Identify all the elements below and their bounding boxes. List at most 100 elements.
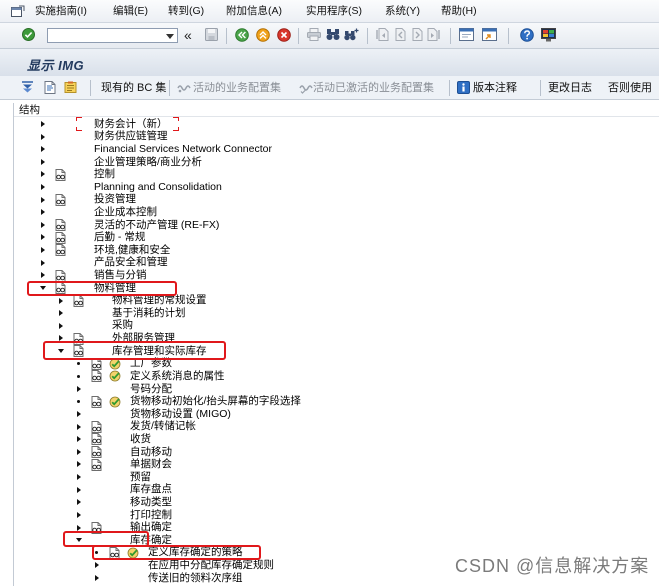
expand-arrow-icon[interactable] xyxy=(77,461,81,468)
leaf-bullet-icon xyxy=(77,374,80,378)
expand-arrow-icon[interactable] xyxy=(59,310,63,317)
documentation-icon[interactable] xyxy=(90,446,103,459)
tree-node[interactable]: 收货 xyxy=(0,433,659,446)
expand-arrow-icon[interactable] xyxy=(59,297,63,304)
documentation-icon[interactable] xyxy=(90,433,103,446)
expand-arrow-icon[interactable] xyxy=(41,209,45,216)
tree-node-label: 基于消耗的计划 xyxy=(112,306,186,319)
documentation-icon[interactable] xyxy=(90,420,103,433)
tree-node[interactable]: 移动类型 xyxy=(0,496,659,509)
expand-arrow-icon[interactable] xyxy=(41,272,45,279)
tree-node-label: 定义系统消息的属性 xyxy=(130,369,225,382)
execute-activity-icon[interactable] xyxy=(109,370,122,382)
tree-node-label: 货物移动设置 (MIGO) xyxy=(130,407,231,420)
execute-activity-icon[interactable] xyxy=(109,396,122,408)
tree-node-label: 自动移动 xyxy=(130,445,172,458)
tree-node[interactable]: 产品安全和管理 xyxy=(0,256,659,269)
tree-node[interactable]: 财务供应链管理 xyxy=(0,130,659,143)
tree-node-label: 收货 xyxy=(130,432,151,445)
leaf-bullet-icon xyxy=(77,399,80,403)
tree-node[interactable]: 定义系统消息的属性 xyxy=(0,370,659,383)
tree-node[interactable]: Planning and Consolidation xyxy=(0,181,659,194)
tree-node-label: 销售与分销 xyxy=(94,269,147,282)
watermark: CSDN @信息解决方案 xyxy=(455,556,650,576)
highlight-box-materials-management xyxy=(27,281,177,296)
tree-node-label: 投资管理 xyxy=(94,193,136,206)
tree-node[interactable]: 控制 xyxy=(0,168,659,181)
expand-arrow-icon[interactable] xyxy=(41,247,45,254)
tree-node-label: 库存盘点 xyxy=(130,483,172,496)
tree-node[interactable]: Financial Services Network Connector xyxy=(0,143,659,156)
expand-arrow-icon[interactable] xyxy=(95,562,99,569)
tree-node[interactable]: 货物移动初始化/抬头屏幕的字段选择 xyxy=(0,395,659,408)
tree-node[interactable]: 号码分配 xyxy=(0,383,659,396)
expand-arrow-icon[interactable] xyxy=(41,171,45,178)
highlight-box-inventory-management xyxy=(43,341,226,360)
expand-arrow-icon[interactable] xyxy=(77,524,81,531)
tree-node-label: 发货/转储记帐 xyxy=(130,420,196,433)
tree-node[interactable]: 投资管理 xyxy=(0,193,659,206)
expand-arrow-icon[interactable] xyxy=(77,423,81,430)
tree-node-label: 灵活的不动产管理 (RE-FX) xyxy=(94,218,220,231)
tree-node[interactable]: 企业成本控制 xyxy=(0,206,659,219)
tree-node-label: 采购 xyxy=(112,319,133,332)
tree-node[interactable]: 物料管理的常规设置 xyxy=(0,294,659,307)
tree-node[interactable]: 采购 xyxy=(0,319,659,332)
documentation-icon[interactable] xyxy=(72,294,85,307)
documentation-icon[interactable] xyxy=(54,193,67,206)
tree-node[interactable]: 后勤 - 常规 xyxy=(0,231,659,244)
expand-arrow-icon[interactable] xyxy=(77,411,81,418)
documentation-icon[interactable] xyxy=(90,458,103,471)
expand-arrow-icon[interactable] xyxy=(77,474,81,481)
tree-node-label: 财务供应链管理 xyxy=(94,130,168,143)
tree-node[interactable]: 打印控制 xyxy=(0,509,659,522)
expand-arrow-icon[interactable] xyxy=(41,184,45,191)
expand-arrow-icon[interactable] xyxy=(59,322,63,329)
expand-arrow-icon[interactable] xyxy=(77,385,81,392)
tree-node[interactable]: 库存盘点 xyxy=(0,483,659,496)
expand-arrow-icon[interactable] xyxy=(41,234,45,241)
expand-arrow-icon[interactable] xyxy=(41,259,45,266)
expand-arrow-icon[interactable] xyxy=(77,448,81,455)
documentation-icon[interactable] xyxy=(54,244,67,257)
tree-node-label: 后勤 - 常规 xyxy=(94,231,146,244)
tree-node[interactable]: 发货/转储记帐 xyxy=(0,420,659,433)
documentation-icon[interactable] xyxy=(54,219,67,232)
tree-node-label: 预留 xyxy=(130,470,151,483)
documentation-icon[interactable] xyxy=(54,269,67,282)
tree-node[interactable]: 单据财会 xyxy=(0,458,659,471)
expand-arrow-icon[interactable] xyxy=(77,486,81,493)
documentation-icon[interactable] xyxy=(90,370,103,383)
tree-node-label: 企业管理策略/商业分析 xyxy=(94,155,202,168)
tree-node[interactable]: 灵活的不动产管理 (RE-FX) xyxy=(0,219,659,232)
expand-arrow-icon[interactable] xyxy=(77,436,81,443)
expand-arrow-icon[interactable] xyxy=(77,511,81,518)
expand-arrow-icon[interactable] xyxy=(41,146,45,153)
tree-node[interactable]: 环境,健康和安全 xyxy=(0,244,659,257)
expand-arrow-icon[interactable] xyxy=(41,221,45,228)
tree-node[interactable]: 预留 xyxy=(0,471,659,484)
documentation-icon[interactable] xyxy=(90,395,103,408)
focus-indicator xyxy=(76,117,179,131)
tree-node-label: 控制 xyxy=(94,168,115,181)
tree-node[interactable]: 自动移动 xyxy=(0,446,659,459)
tree-node[interactable]: 企业管理策略/商业分析 xyxy=(0,156,659,169)
tree-node-label: 在应用中分配库存确定规则 xyxy=(148,559,274,572)
expand-arrow-icon[interactable] xyxy=(77,499,81,506)
expand-arrow-icon[interactable] xyxy=(41,120,45,127)
expand-arrow-icon[interactable] xyxy=(41,133,45,140)
tree-node-label: 传送旧的领料次序组 xyxy=(148,571,243,584)
tree-node-label: 打印控制 xyxy=(130,508,172,521)
tree-node-label: 货物移动初始化/抬头屏幕的字段选择 xyxy=(130,395,301,408)
tree-node[interactable]: 货物移动设置 (MIGO) xyxy=(0,408,659,421)
tree-node[interactable]: 销售与分销 xyxy=(0,269,659,282)
tree-node-label: 环境,健康和安全 xyxy=(94,243,171,256)
tree-node-label: 产品安全和管理 xyxy=(94,256,168,269)
expand-arrow-icon[interactable] xyxy=(95,574,99,581)
expand-arrow-icon[interactable] xyxy=(41,158,45,165)
documentation-icon[interactable] xyxy=(54,168,67,181)
documentation-icon[interactable] xyxy=(54,231,67,244)
expand-arrow-icon[interactable] xyxy=(41,196,45,203)
tree-node[interactable]: 基于消耗的计划 xyxy=(0,307,659,320)
tree-node-label: 单据财会 xyxy=(130,458,172,471)
